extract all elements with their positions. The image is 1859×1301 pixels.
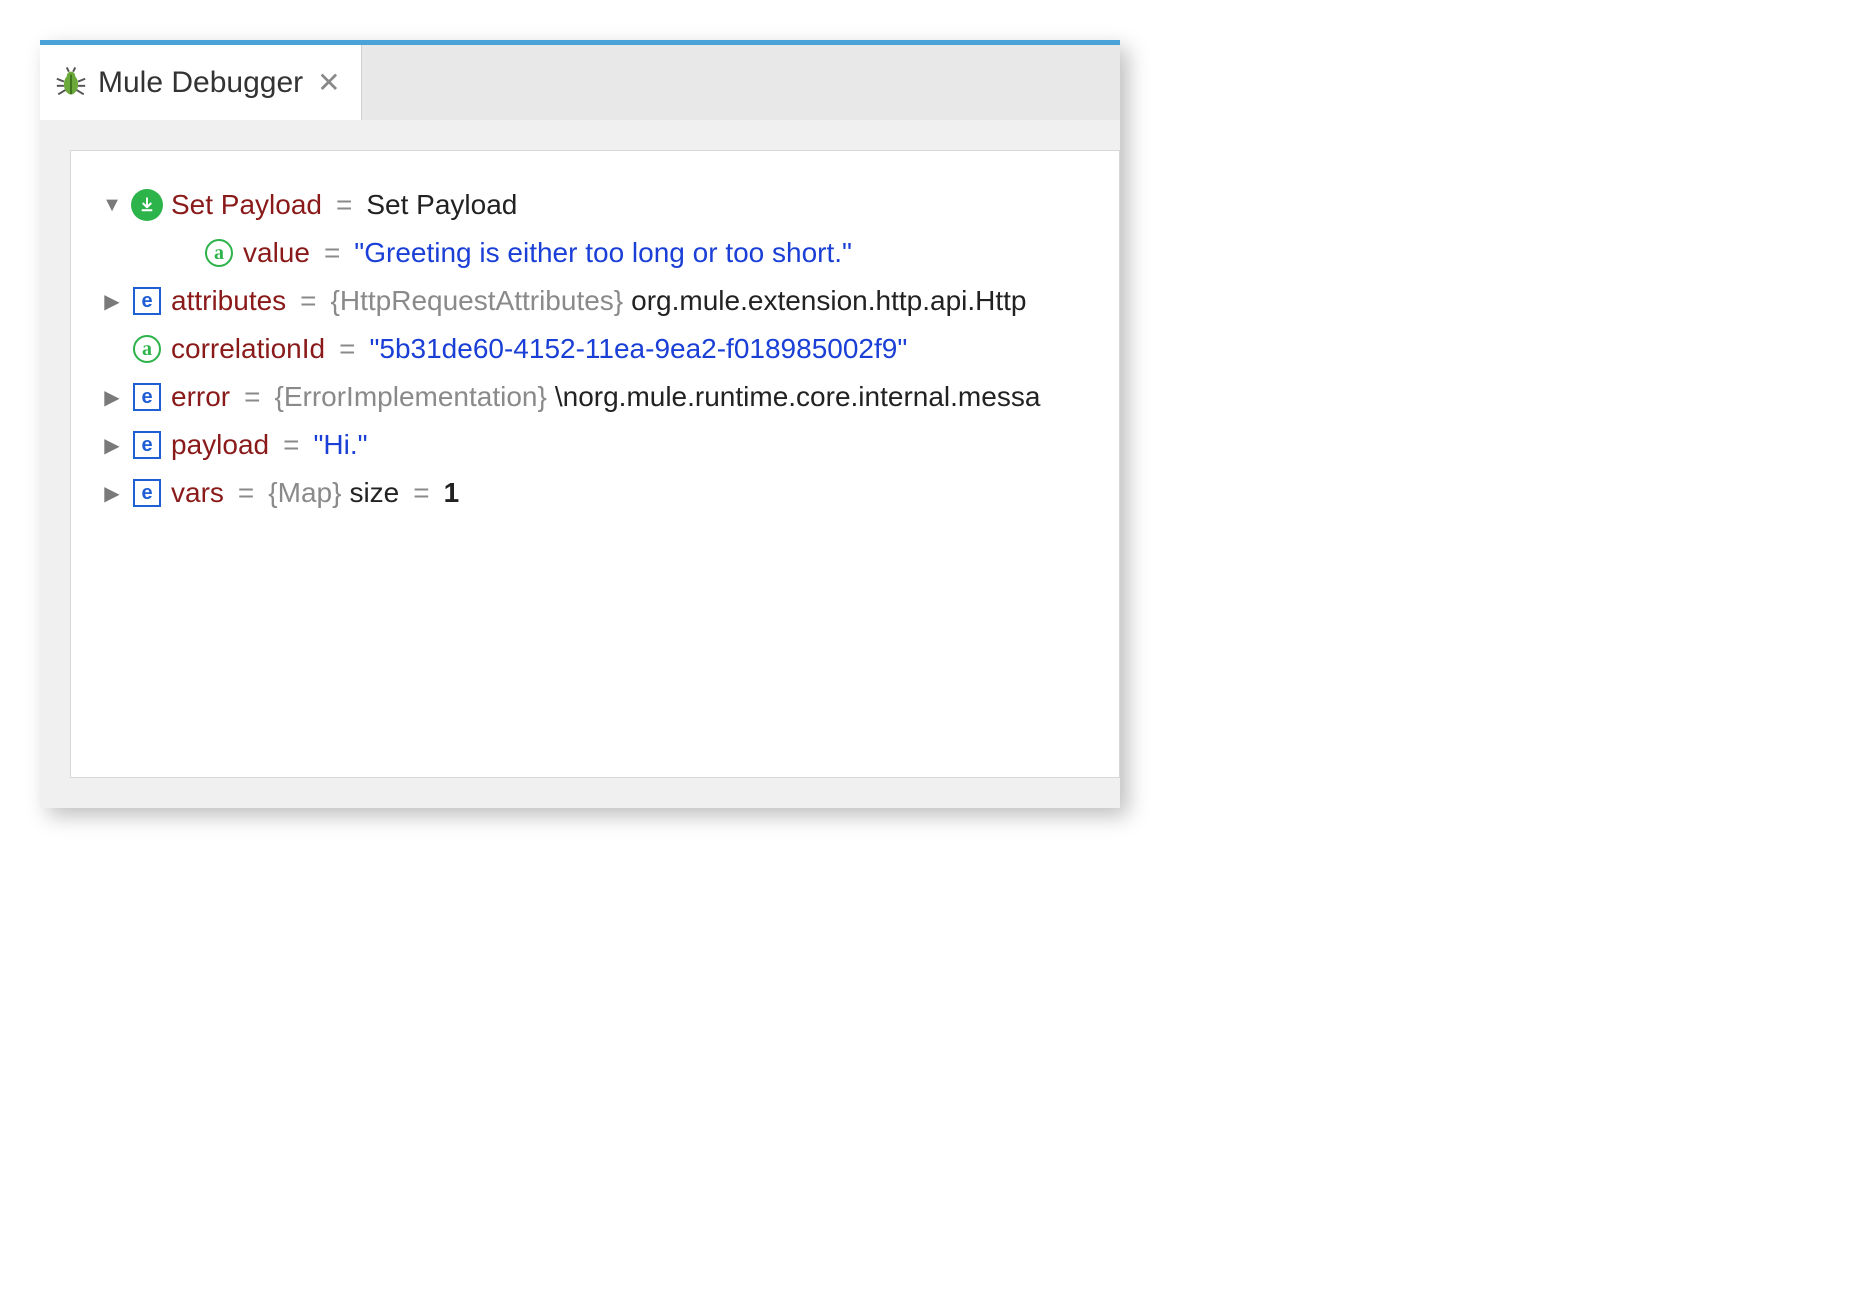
tree-row-vars[interactable]: ▶ e vars = {Map} size = 1 — [101, 469, 1119, 517]
tree-row-payload[interactable]: ▶ e payload = "Hi." — [101, 421, 1119, 469]
var-value: Set Payload — [366, 189, 517, 221]
equals-sign: = — [333, 333, 361, 365]
debugger-panel: Mule Debugger ✕ ▼ Set Payload = Set Payl… — [40, 40, 1120, 808]
size-value: 1 — [444, 477, 460, 509]
var-name: Set Payload — [171, 189, 322, 221]
attribute-icon: a — [131, 333, 163, 365]
var-value: \norg.mule.runtime.core.internal.messa — [555, 381, 1041, 413]
twisty-expanded-icon[interactable]: ▼ — [101, 194, 123, 217]
var-name: payload — [171, 429, 269, 461]
size-label: size — [349, 477, 399, 509]
var-value: org.mule.extension.http.api.Http — [631, 285, 1026, 317]
tree-row-attributes[interactable]: ▶ e attributes = {HttpRequestAttributes}… — [101, 277, 1119, 325]
var-name: vars — [171, 477, 224, 509]
equals-sign: = — [238, 381, 266, 413]
equals-sign: = — [232, 477, 260, 509]
equals-sign: = — [277, 429, 305, 461]
close-icon[interactable]: ✕ — [317, 66, 340, 99]
var-name: correlationId — [171, 333, 325, 365]
var-value: "Greeting is either too long or too shor… — [354, 237, 852, 269]
twisty-collapsed-icon[interactable]: ▶ — [101, 289, 123, 314]
var-type: {Map} — [268, 477, 341, 509]
processor-icon — [131, 189, 163, 221]
var-name: attributes — [171, 285, 286, 317]
equals-sign: = — [294, 285, 322, 317]
equals-sign: = — [330, 189, 358, 221]
twisty-collapsed-icon[interactable]: ▶ — [101, 385, 123, 410]
tree-row-error[interactable]: ▶ e error = {ErrorImplementation} \norg.… — [101, 373, 1119, 421]
element-icon: e — [131, 429, 163, 461]
attribute-icon: a — [203, 237, 235, 269]
tab-title: Mule Debugger — [98, 66, 303, 100]
tree-row-set-payload[interactable]: ▼ Set Payload = Set Payload — [101, 181, 1119, 229]
var-type: {HttpRequestAttributes} — [331, 285, 624, 317]
var-name: value — [243, 237, 310, 269]
twisty-collapsed-icon[interactable]: ▶ — [101, 481, 123, 506]
var-value: "5b31de60-4152-11ea-9ea2-f018985002f9" — [369, 333, 907, 365]
element-icon: e — [131, 285, 163, 317]
content-outer: ▼ Set Payload = Set Payload a value = "G… — [40, 120, 1120, 808]
tree-row-correlation-id[interactable]: a correlationId = "5b31de60-4152-11ea-9e… — [101, 325, 1119, 373]
var-value: "Hi." — [313, 429, 367, 461]
twisty-collapsed-icon[interactable]: ▶ — [101, 433, 123, 458]
var-type: {ErrorImplementation} — [274, 381, 546, 413]
tree-row-set-payload-value[interactable]: a value = "Greeting is either too long o… — [101, 229, 1119, 277]
element-icon: e — [131, 477, 163, 509]
bug-icon — [54, 66, 88, 100]
equals-sign: = — [407, 477, 435, 509]
var-name: error — [171, 381, 230, 413]
equals-sign: = — [318, 237, 346, 269]
element-icon: e — [131, 381, 163, 413]
tab-mule-debugger[interactable]: Mule Debugger ✕ — [40, 45, 362, 120]
tab-bar: Mule Debugger ✕ — [40, 40, 1120, 120]
variables-tree: ▼ Set Payload = Set Payload a value = "G… — [70, 150, 1120, 778]
